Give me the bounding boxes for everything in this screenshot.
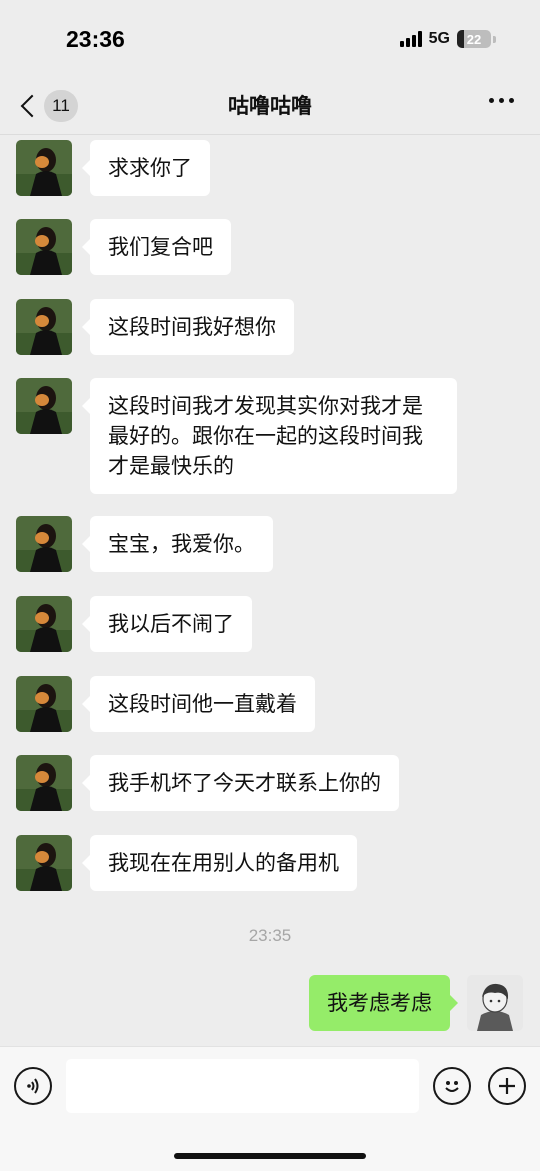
message-bubble[interactable]: 我手机坏了今天才联系上你的	[82, 755, 399, 811]
battery-icon: 22	[457, 30, 491, 48]
message-bubble[interactable]: 宝宝，我爱你。	[82, 516, 273, 572]
message-bubble[interactable]: 这段时间他一直戴着	[82, 676, 315, 732]
chat-title: 咕噜咕噜	[228, 94, 312, 118]
message-bubble[interactable]: 我现在在用别人的备用机	[82, 835, 357, 891]
status-bar: 23:36 5G 22	[0, 0, 540, 80]
self-avatar[interactable]	[467, 975, 523, 1031]
contact-avatar[interactable]	[16, 596, 72, 652]
battery-cap	[493, 35, 496, 43]
contact-avatar[interactable]	[16, 516, 72, 572]
more-dots-icon[interactable]	[489, 98, 514, 103]
message-bubble[interactable]: 这段时间我才发现其实你对我才是最好的。跟你在一起的这段时间我才是最快乐的	[82, 378, 457, 494]
contact-avatar[interactable]	[16, 140, 72, 196]
contact-avatar[interactable]	[16, 835, 72, 891]
network-type: 5G	[428, 30, 450, 47]
message-bubble[interactable]: 这段时间我好想你	[82, 299, 294, 355]
chat-header: 11 咕噜咕噜	[0, 80, 540, 135]
voice-icon[interactable]	[14, 1067, 52, 1105]
contact-avatar[interactable]	[16, 219, 72, 275]
emoji-icon[interactable]	[433, 1067, 471, 1105]
contact-avatar[interactable]	[16, 755, 72, 811]
contact-avatar[interactable]	[16, 299, 72, 355]
message-bubble[interactable]: 我们复合吧	[82, 219, 231, 275]
contact-avatar[interactable]	[16, 676, 72, 732]
status-time: 23:36	[66, 26, 125, 52]
home-indicator[interactable]	[174, 1153, 366, 1159]
status-indicators: 5G 22	[399, 30, 496, 48]
battery-level: 22	[466, 31, 482, 47]
signal-icon	[399, 31, 422, 47]
contact-avatar[interactable]	[16, 378, 72, 434]
plus-icon[interactable]	[488, 1067, 526, 1105]
message-bubble[interactable]: 我以后不闹了	[82, 596, 252, 652]
message-timestamp: 23:35	[248, 926, 292, 945]
message-bubble[interactable]: 求求你了	[82, 140, 210, 196]
message-bubble-self[interactable]: 我考虑考虑	[309, 975, 458, 1031]
message-input[interactable]	[66, 1059, 419, 1113]
